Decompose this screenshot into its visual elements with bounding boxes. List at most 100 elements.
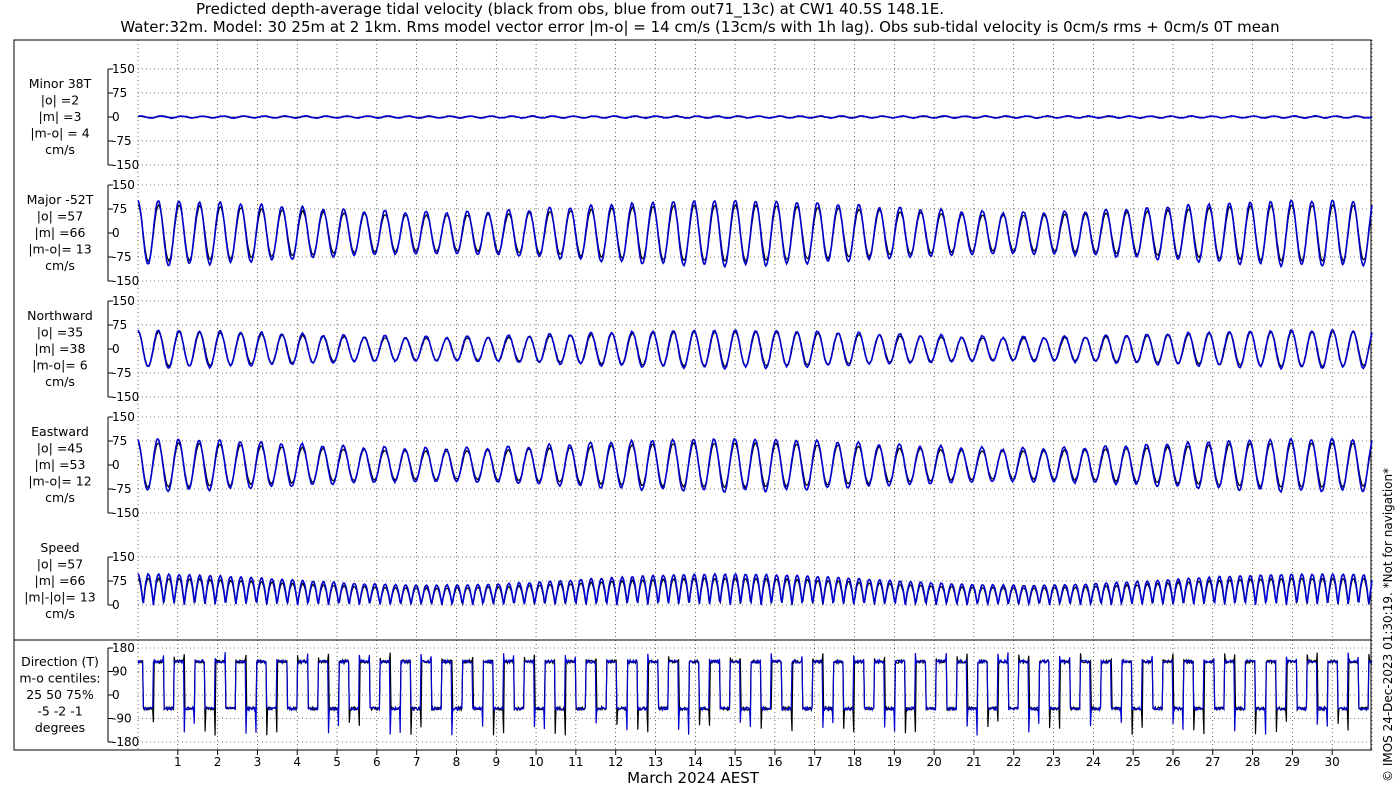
y-tick-label: 75	[112, 434, 127, 448]
panel-label-major: |m| =66	[35, 225, 86, 240]
y-tick-label: 75	[112, 574, 127, 588]
panel-label-speed: |m|-|o|= 13	[24, 590, 96, 605]
x-tick-label: 30	[1325, 755, 1340, 769]
panel-label-speed: cm/s	[45, 606, 75, 621]
x-tick-label: 12	[608, 755, 623, 769]
x-tick-label: 17	[807, 755, 822, 769]
x-tick-label: 21	[966, 755, 981, 769]
x-axis-label: March 2024 AEST	[627, 769, 760, 787]
y-tick-label: 180	[112, 641, 135, 655]
model-direction-line	[137, 652, 1373, 736]
y-tick-label: 150	[112, 410, 135, 424]
panel-label-minor: |m-o| = 4	[30, 126, 89, 141]
y-tick-label: -90	[112, 712, 132, 726]
y-tick-label: 75	[112, 318, 127, 332]
panel-label-north: cm/s	[45, 374, 75, 389]
panel-label-direction: Direction (T)	[21, 654, 99, 669]
y-tick-label: 75	[112, 202, 127, 216]
x-tick-label: 9	[492, 755, 500, 769]
y-tick-label: 0	[112, 598, 120, 612]
panel-major: 150 75 0 -75 -150 Major -52T |o| =57|m| =66 |m-…	[27, 178, 1373, 288]
x-tick-label: 4	[293, 755, 301, 769]
y-tick-label: -75	[112, 366, 132, 380]
panel-label-direction: -5 -2 -1	[37, 704, 82, 719]
model-series-line	[137, 572, 1373, 607]
x-tick-label: 11	[568, 755, 583, 769]
x-tick-label: 29	[1285, 755, 1300, 769]
panel-label-direction: 25 50 75%	[26, 687, 94, 702]
panel-label-minor: |o| =2	[41, 93, 79, 108]
panel-label-major: Major -52T	[27, 192, 94, 207]
x-tick-label: 28	[1245, 755, 1260, 769]
copyright-notice: © IMOS 24-Dec-2023 01:30:19. *Not for na…	[1381, 467, 1395, 782]
panel-label-minor: |m| =3	[39, 109, 82, 124]
x-tick-label: 24	[1086, 755, 1101, 769]
y-tick-label: -150	[112, 506, 139, 520]
tidal-velocity-chart: 150750-75-150Minor 38T|o| =2|m| =3|m-o| …	[13, 39, 1373, 787]
x-tick-label: 10	[528, 755, 543, 769]
y-tick-label: 0	[112, 226, 120, 240]
y-tick-label: -150	[112, 274, 139, 288]
y-tick-label: -75	[112, 250, 132, 264]
panel-label-north: |o| =35	[37, 325, 83, 340]
panel-label-direction: m-o centiles:	[19, 671, 100, 686]
x-tick-label: 14	[688, 755, 703, 769]
panel-speed: 150 75 0 Speed |o| =57|m| =66 |m|-|o|= 13cm/s	[24, 540, 1373, 621]
model-series-line	[137, 328, 1373, 371]
x-tick-label: 23	[1046, 755, 1061, 769]
panel-label-speed: Speed	[40, 540, 79, 555]
panel-label-direction: degrees	[35, 720, 85, 735]
x-tick-label: 19	[887, 755, 902, 769]
x-tick-label: 16	[767, 755, 782, 769]
vertical-grid	[137, 40, 1373, 750]
panel-label-east: |m| =53	[35, 457, 86, 472]
y-tick-label: 0	[112, 688, 120, 702]
x-axis: 1 2 3 4 5 6 7 8 9 10 11 12 13 14 15 16 17 18 19 20 21 22 23 24 2…	[138, 749, 1372, 787]
model-series-line	[137, 114, 1373, 120]
x-tick-label: 7	[413, 755, 421, 769]
obs-direction-line	[137, 652, 1373, 736]
y-tick-label: -75	[112, 134, 132, 148]
panel-label-east: Eastward	[31, 424, 89, 439]
panel-label-north: Northward	[27, 308, 93, 323]
x-tick-label: 5	[333, 755, 341, 769]
x-tick-label: 22	[1006, 755, 1021, 769]
x-tick-label: 20	[926, 755, 941, 769]
x-tick-label: 2	[214, 755, 222, 769]
panel-label-speed: |m| =66	[35, 573, 86, 588]
panel-minor: 150 75 0 -75 -150 Minor 38T |o| =2|m| =3 |m-o| …	[29, 62, 1373, 172]
x-tick-label: 3	[254, 755, 262, 769]
y-tick-label: 0	[112, 342, 120, 356]
x-tick-label: 13	[648, 755, 663, 769]
x-tick-label: 26	[1165, 755, 1180, 769]
panel-label-major: |o| =57	[37, 209, 83, 224]
x-tick-label: 1	[174, 755, 182, 769]
y-tick-label: -150	[112, 158, 139, 172]
panel-direction: 180 90 0 -90 -180 Direction (T) m-o centiles:2…	[19, 641, 1373, 749]
panel-label-east: cm/s	[45, 490, 75, 505]
panel-label-speed: |o| =57	[37, 557, 83, 572]
y-tick-label: -75	[112, 482, 132, 496]
y-tick-label: 150	[112, 550, 135, 564]
y-tick-label: 0	[112, 458, 120, 472]
panel-label-minor: Minor 38T	[29, 76, 92, 91]
x-tick-label: 8	[453, 755, 461, 769]
panel-label-north: |m-o|= 6	[32, 358, 87, 373]
panel-label-east: |o| =45	[37, 441, 83, 456]
panel-label-major: cm/s	[45, 258, 75, 273]
x-tick-label: 15	[727, 755, 742, 769]
x-tick-label: 25	[1126, 755, 1141, 769]
y-tick-label: 150	[112, 294, 135, 308]
y-tick-label: 90	[112, 665, 127, 679]
y-tick-label: 150	[112, 178, 135, 192]
y-tick-label: -150	[112, 390, 139, 404]
y-tick-label: 150	[112, 62, 135, 76]
panel-label-major: |m-o|= 13	[28, 242, 91, 257]
panel-east: 150 75 0 -75 -150 Eastward |o| =45|m| =53 |m-o|…	[28, 410, 1373, 520]
y-tick-label: 0	[112, 110, 120, 124]
x-tick-label: 6	[373, 755, 381, 769]
panel-label-east: |m-o|= 12	[28, 474, 91, 489]
x-tick-label: 18	[847, 755, 862, 769]
panel-label-minor: cm/s	[45, 142, 75, 157]
panel-north: 150 75 0 -75 -150 Northward |o| =35|m| =38 |m-o…	[27, 294, 1373, 404]
